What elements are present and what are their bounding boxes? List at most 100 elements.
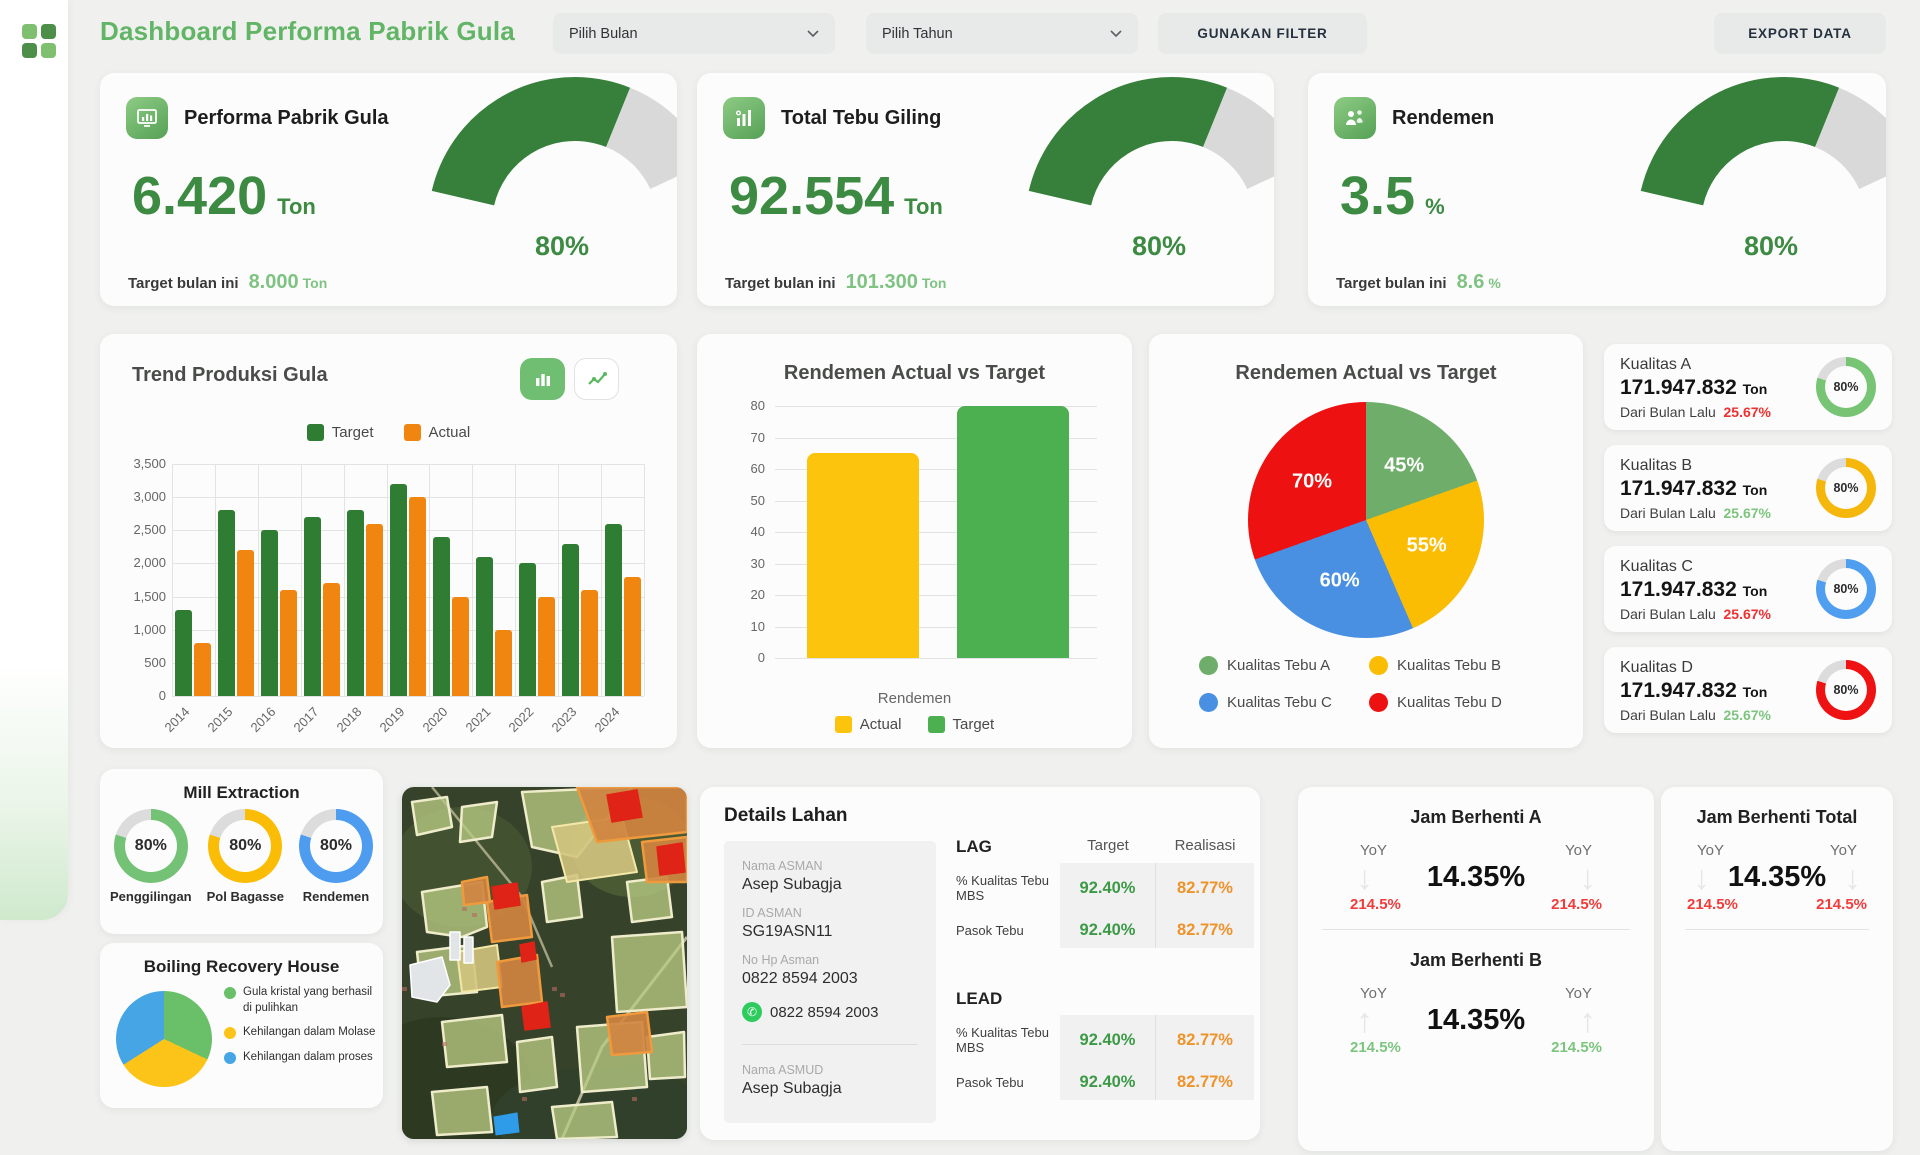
legend-label: Kualitas Tebu D (1397, 694, 1502, 711)
bar-target (957, 406, 1069, 658)
line-chart-toggle-button[interactable] (574, 358, 619, 400)
legend-label: Gula kristal yang berhasil di pulihkan (243, 985, 376, 1016)
jam-value-row: ↑14.35%↑ (1298, 1002, 1654, 1037)
donut-hole: 80% (1825, 366, 1867, 408)
bar-target-2019 (390, 484, 407, 696)
x-tick-label: 2019 (370, 697, 415, 742)
realisasi-value: 82.77% (1156, 863, 1254, 913)
grid-dot (22, 24, 37, 39)
x-tick-label: 2015 (198, 697, 243, 742)
gridline (775, 658, 1097, 659)
target-value: 92.40% (1060, 1065, 1156, 1100)
col-header-target (1060, 983, 1156, 1015)
legend-swatch (404, 424, 421, 441)
legend-dot (1199, 693, 1218, 712)
month-filter-select[interactable]: Pilih Bulan (553, 13, 835, 54)
quality-donut-wrap: 80% (1816, 660, 1876, 720)
trend-arrow-up-icon: ↑ (1356, 1006, 1373, 1036)
apply-filter-button[interactable]: GUNAKAN FILTER (1158, 13, 1367, 54)
row-label: Pasok Tebu (956, 913, 1060, 948)
realisasi-value: 82.77% (1156, 1065, 1254, 1100)
gridline (172, 464, 644, 465)
mill-donut-penggilingan: 80% Penggilingan (110, 809, 192, 904)
details-lahan-title: Details Lahan (724, 805, 848, 827)
y-tick-label: 30 (731, 556, 765, 571)
kpi-card-performa: Performa Pabrik Gula 6.420Ton Target bul… (100, 73, 677, 306)
y-tick-label: 60 (731, 461, 765, 476)
y-tick-label: 500 (130, 655, 166, 670)
pie-legend-item: Kualitas Tebu B (1369, 656, 1539, 675)
whatsapp-contact-link[interactable]: ✆ 0822 8594 2003 (742, 1002, 918, 1022)
quality-donut-wrap: 80% (1816, 458, 1876, 518)
jam-berhenti-total-group: Jam Berhenti TotalYoYYoY↓14.35%↓214.5%21… (1661, 787, 1893, 930)
year-filter-label: Pilih Tahun (882, 26, 953, 42)
bar-actual-2018 (366, 524, 383, 696)
col-header-realisasi: Realisasi (1156, 831, 1254, 863)
jam-pct-row: 214.5%214.5% (1661, 894, 1893, 913)
jam-yoy-row: YoYYoY (1298, 828, 1654, 859)
row-label: % Kualitas Tebu MBS (956, 1015, 1060, 1065)
quality-card-d: Kualitas D171.947.832 TonDari Bulan Lalu… (1604, 647, 1892, 733)
bar-target-2020 (433, 537, 450, 696)
bar-actual-2022 (538, 597, 555, 696)
legend-label: Actual (860, 716, 902, 733)
quality-cards-column: Kualitas A171.947.832 TonDari Bulan Lalu… (1604, 344, 1892, 748)
mill-donut-label: Pol Bagasse (207, 889, 284, 904)
y-tick-label: 1,000 (130, 622, 166, 637)
x-tick-label: 2023 (541, 697, 586, 742)
year-filter-select[interactable]: Pilih Tahun (866, 13, 1138, 54)
jam-berhenti-ab-card: Jam Berhenti AYoYYoY↓14.35%↓214.5%214.5%… (1298, 787, 1654, 1151)
lead-table: LEAD% Kualitas Tebu MBS92.40%82.77%Pasok… (956, 983, 1256, 1100)
mill-donut-label: Penggilingan (110, 889, 192, 904)
menu-grid-icon[interactable] (22, 24, 56, 58)
gauge-arc (100, 73, 677, 306)
pie-slice-label: 55% (1407, 535, 1447, 558)
legend-dot (224, 1027, 236, 1039)
bar-target-2021 (476, 557, 493, 696)
donut-hole: 80% (125, 820, 177, 872)
jam-pct-row: 214.5%214.5% (1298, 1037, 1654, 1056)
divider (742, 1044, 918, 1045)
gridline (601, 464, 602, 696)
gauge-percent-label: 80% (1132, 231, 1186, 262)
field-label: Nama ASMAN (742, 859, 918, 873)
bar-target-2023 (562, 544, 579, 696)
mill-donuts: 80%Penggilingan80%Pol Bagasse80%Rendemen (110, 809, 373, 904)
boiling-pie (116, 991, 212, 1087)
boiling-legend-item: Kehilangan dalam proses (224, 1050, 376, 1066)
donut-hole: 80% (1825, 669, 1867, 711)
bar-actual-2016 (280, 590, 297, 696)
jam-value-row: ↓14.35%↓ (1661, 859, 1893, 894)
bar-target-2015 (218, 510, 235, 696)
pie-legend-item: Kualitas Tebu A (1199, 656, 1369, 675)
chevron-down-icon (807, 30, 819, 38)
y-tick-label: 20 (731, 587, 765, 602)
gridline (558, 464, 559, 696)
y-tick-label: 0 (731, 650, 765, 665)
legend-label: Kualitas Tebu B (1397, 657, 1501, 674)
asman-fields: Nama ASMANAsep SubagjaID ASMANSG19ASN11N… (742, 859, 918, 988)
bar-actual-2015 (237, 550, 254, 696)
trend-arrow-down-icon: ↓ (1356, 863, 1373, 893)
x-tick-label: 2018 (327, 697, 372, 742)
donut-hole: 80% (219, 820, 271, 872)
bar-chart-toggle-button[interactable] (520, 358, 565, 400)
mill-extraction-card: Mill Extraction 80%Penggilingan80%Pol Ba… (100, 769, 383, 934)
peta-lahan-satellite-map[interactable] (402, 787, 687, 1139)
donut-quality: 80% (1816, 458, 1876, 518)
mill-donut-label: Rendemen (303, 889, 369, 904)
donut-quality: 80% (1816, 357, 1876, 417)
table-title: LEAD (956, 983, 1060, 1015)
gauge-percent-label: 80% (1744, 231, 1798, 262)
divider (1685, 929, 1869, 930)
donut-hole: 80% (1825, 467, 1867, 509)
rendemen-bar-card: Rendemen Actual vs Target 01020304050607… (697, 334, 1132, 748)
x-tick-label: 2017 (284, 697, 329, 742)
trend-arrow-down-icon: ↓ (1693, 863, 1710, 893)
export-data-button[interactable]: EXPORT DATA (1714, 13, 1886, 54)
donut-mill: 80% (114, 809, 188, 883)
asmud-label: Nama ASMUD (742, 1063, 918, 1077)
gridline (429, 464, 430, 696)
legend-label: Actual (429, 424, 471, 441)
bar-target-2014 (175, 610, 192, 696)
